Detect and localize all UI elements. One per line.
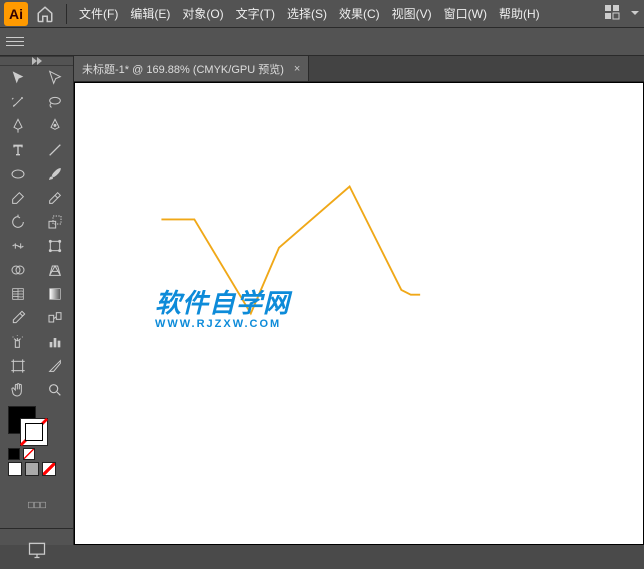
color-mode-solid[interactable] <box>8 462 22 476</box>
pen-tool[interactable] <box>0 114 37 138</box>
menu-type[interactable]: 文字(T) <box>230 5 281 22</box>
shape-builder-tool[interactable] <box>0 258 37 282</box>
app-logo: Ai <box>4 2 28 26</box>
column-graph-tool[interactable] <box>37 330 74 354</box>
swap-default-icon[interactable] <box>8 448 20 460</box>
menu-select[interactable]: 选择(S) <box>281 5 333 22</box>
panel-collapse-icon[interactable] <box>0 57 73 66</box>
workspace-switcher-icon[interactable] <box>604 4 620 23</box>
none-color-icon[interactable] <box>23 448 35 460</box>
rotate-tool[interactable] <box>0 210 37 234</box>
home-icon[interactable] <box>36 5 54 23</box>
width-tool[interactable] <box>0 234 37 258</box>
divider <box>66 4 67 24</box>
curvature-tool[interactable] <box>37 114 74 138</box>
chevron-down-icon[interactable] <box>630 7 640 21</box>
artboard-tool[interactable] <box>0 354 37 378</box>
menubar: Ai 文件(F) 编辑(E) 对象(O) 文字(T) 选择(S) 效果(C) 视… <box>0 0 644 28</box>
menu-view[interactable]: 视图(V) <box>386 5 438 22</box>
line-segment-tool[interactable] <box>37 138 74 162</box>
shaper-tool[interactable] <box>0 186 37 210</box>
slice-tool[interactable] <box>37 354 74 378</box>
color-swatch-area <box>0 402 73 484</box>
menu-effect[interactable]: 效果(C) <box>333 5 386 22</box>
draw-mode-icons[interactable] <box>28 496 46 517</box>
control-bar <box>0 28 644 56</box>
hand-tool[interactable] <box>0 378 37 402</box>
tool-panel <box>0 56 74 545</box>
lasso-tool[interactable] <box>37 90 74 114</box>
menu-file[interactable]: 文件(F) <box>73 5 124 22</box>
stroke-swatch[interactable] <box>20 418 48 446</box>
selection-tool[interactable] <box>0 66 37 90</box>
watermark: 软件自学网 WWW.RJZXW.COM <box>155 283 290 330</box>
perspective-tool[interactable] <box>37 258 74 282</box>
menu-edit[interactable]: 编辑(E) <box>124 5 176 22</box>
document-tab[interactable]: 未标题-1* @ 169.88% (CMYK/GPU 预览) × <box>74 56 309 81</box>
ellipse-tool[interactable] <box>0 162 37 186</box>
paintbrush-tool[interactable] <box>37 162 74 186</box>
watermark-en: WWW.RJZXW.COM <box>155 318 290 330</box>
eraser-tool[interactable] <box>37 186 74 210</box>
canvas[interactable]: 软件自学网 WWW.RJZXW.COM <box>74 82 644 545</box>
magic-wand-tool[interactable] <box>0 90 37 114</box>
document-tab-title: 未标题-1* @ 169.88% (CMYK/GPU 预览) <box>82 61 284 77</box>
watermark-cn: 软件自学网 <box>155 283 290 320</box>
zoom-tool[interactable] <box>37 378 74 402</box>
color-mode-gradient[interactable] <box>25 462 39 476</box>
color-mode-none[interactable] <box>42 462 56 476</box>
mesh-tool[interactable] <box>0 282 37 306</box>
direct-selection-tool[interactable] <box>37 66 74 90</box>
menu-help[interactable]: 帮助(H) <box>493 5 546 22</box>
panel-menu-icon[interactable] <box>6 33 24 51</box>
menu-object[interactable]: 对象(O) <box>176 5 229 22</box>
gradient-tool[interactable] <box>37 282 74 306</box>
scale-tool[interactable] <box>37 210 74 234</box>
screen-mode-icon[interactable] <box>27 540 47 563</box>
blend-tool[interactable] <box>37 306 74 330</box>
type-tool[interactable] <box>0 138 37 162</box>
free-transform-tool[interactable] <box>37 234 74 258</box>
menu-window[interactable]: 窗口(W) <box>438 5 493 22</box>
close-tab-icon[interactable]: × <box>294 63 300 75</box>
eyedropper-tool[interactable] <box>0 306 37 330</box>
document-tabbar: 未标题-1* @ 169.88% (CMYK/GPU 预览) × <box>74 56 644 82</box>
symbol-sprayer-tool[interactable] <box>0 330 37 354</box>
